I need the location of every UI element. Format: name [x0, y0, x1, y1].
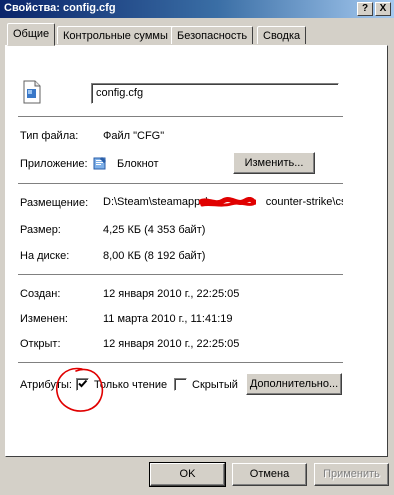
separator — [18, 362, 343, 364]
file-icon — [23, 80, 41, 104]
separator — [18, 116, 343, 118]
created-label: Создан: — [20, 288, 61, 300]
readonly-checkbox[interactable] — [76, 378, 89, 391]
application-label: Приложение: — [20, 158, 88, 170]
title-bar: Свойства: config.cfg ? X — [0, 0, 394, 18]
change-app-button[interactable]: Изменить... — [233, 152, 315, 174]
file-name-input[interactable]: config.cfg — [91, 83, 339, 104]
file-type-value: Файл "CFG" — [103, 130, 165, 142]
modified-label: Изменен: — [20, 313, 68, 325]
help-button[interactable]: ? — [357, 2, 373, 16]
check-icon — [78, 379, 88, 388]
attributes-label: Атрибуты: — [20, 379, 72, 391]
readonly-label[interactable]: Только чтение — [94, 379, 167, 391]
close-button[interactable]: X — [375, 2, 391, 16]
cancel-button[interactable]: Отмена — [232, 463, 307, 486]
properties-dialog: Общие Контрольные суммы Безопасность Сво… — [0, 18, 394, 495]
created-value: 12 января 2010 г., 22:25:05 — [103, 288, 240, 300]
separator — [18, 183, 343, 185]
application-value: Блокнот — [117, 158, 159, 170]
apply-button[interactable]: Применить — [314, 463, 389, 486]
redaction-scribble — [199, 197, 256, 207]
tab-security[interactable]: Безопасность — [171, 26, 254, 45]
location-value-end: counter-strike\cstr — [265, 196, 343, 208]
location-label: Размещение: — [20, 197, 89, 209]
separator — [18, 274, 343, 276]
opened-label: Открыт: — [20, 338, 61, 350]
notepad-icon — [93, 157, 106, 170]
size-value: 4,25 КБ (4 353 байт) — [103, 224, 206, 236]
file-type-label: Тип файла: — [20, 130, 79, 142]
hidden-label[interactable]: Скрытый — [192, 379, 238, 391]
tab-checksums[interactable]: Контрольные суммы — [57, 26, 174, 45]
window-title: Свойства: config.cfg — [4, 2, 116, 14]
disk-size-value: 8,00 КБ (8 192 байт) — [103, 250, 206, 262]
modified-value: 11 марта 2010 г., 11:41:19 — [103, 313, 233, 325]
tab-summary[interactable]: Сводка — [257, 26, 307, 45]
location-value-start: D:\Steam\steamapps\ — [103, 196, 209, 208]
hidden-checkbox[interactable] — [174, 378, 187, 391]
disk-size-label: На диске: — [20, 250, 70, 262]
size-label: Размер: — [20, 224, 61, 236]
opened-value: 12 января 2010 г., 22:25:05 — [103, 338, 240, 350]
ok-button[interactable]: OK — [149, 462, 226, 487]
advanced-button[interactable]: Дополнительно... — [246, 373, 342, 395]
tab-general[interactable]: Общие — [7, 23, 56, 46]
